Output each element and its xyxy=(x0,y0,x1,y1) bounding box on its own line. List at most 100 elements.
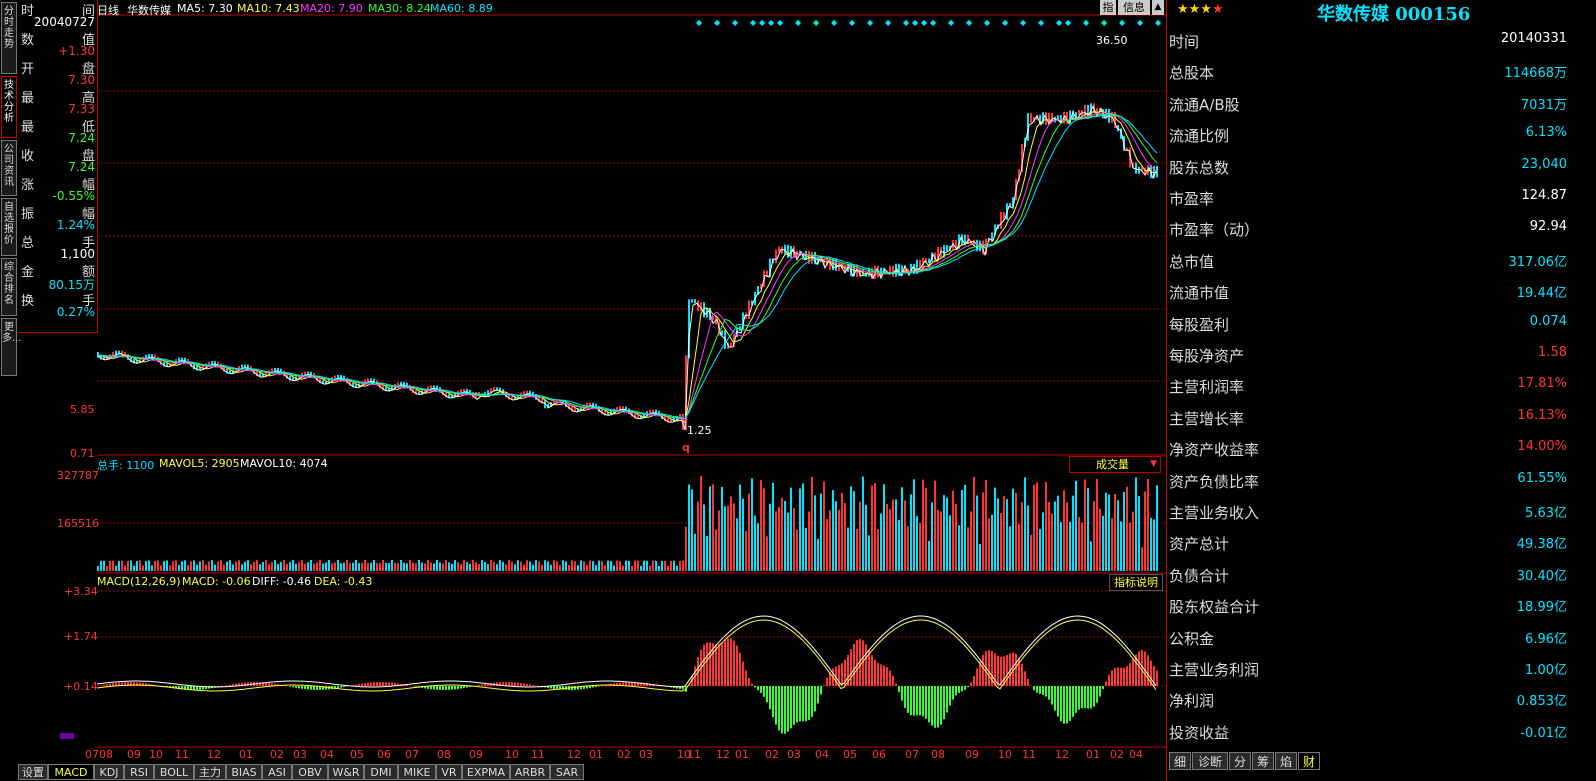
f10-tab[interactable]: 财 xyxy=(1298,752,1320,770)
macd-bar xyxy=(811,686,813,717)
indicator-tab[interactable]: 设置 xyxy=(18,764,48,780)
volume-bar xyxy=(235,561,237,571)
volume-bar xyxy=(469,563,471,571)
volume-bar xyxy=(949,515,951,571)
volume-bar xyxy=(565,561,567,571)
reference-button[interactable]: 指 xyxy=(1100,0,1116,15)
volume-bar xyxy=(397,563,399,571)
volume-bar xyxy=(784,501,786,571)
volume-bar xyxy=(994,487,996,571)
macd-bar xyxy=(973,676,975,686)
indicator-tab[interactable]: ASI xyxy=(262,764,292,780)
f10-label: 总股本 xyxy=(1169,64,1215,83)
macd-bar xyxy=(805,686,807,722)
indicator-tab[interactable]: MIKE xyxy=(398,764,436,780)
indicator-tab[interactable]: VR xyxy=(436,764,462,780)
time-axis-label: 02 xyxy=(617,748,631,761)
volume-bar xyxy=(157,560,159,571)
time-axis-label: 04 xyxy=(320,748,334,761)
f10-tab[interactable]: 焰 xyxy=(1275,752,1297,770)
f10-tab[interactable]: 分 xyxy=(1229,752,1251,770)
volume-bar xyxy=(388,563,390,571)
volume-bar xyxy=(268,564,270,571)
macd-bar xyxy=(382,682,384,686)
indicator-tab[interactable]: BOLL xyxy=(154,764,194,780)
macd-bar xyxy=(430,686,432,690)
macd-bar xyxy=(1084,686,1086,709)
macd-bar xyxy=(898,686,900,693)
info-label: 数 xyxy=(21,33,35,48)
volume-bar xyxy=(829,510,831,571)
volume-bar xyxy=(511,561,513,571)
indicator-tab[interactable]: DMI xyxy=(364,764,398,780)
indicator-tab[interactable]: RSI xyxy=(124,764,154,780)
volume-bar xyxy=(226,561,228,571)
tab-watchlist[interactable]: 自选报价 xyxy=(1,198,17,256)
indicator-tab[interactable]: EXPMA xyxy=(462,764,510,780)
tab-ranking[interactable]: 综合排名 xyxy=(1,258,17,316)
macd-bar xyxy=(298,686,300,689)
f10-value: 18.99亿 xyxy=(1516,600,1567,616)
indicator-tab[interactable]: 主力 xyxy=(194,764,226,780)
volume-bar xyxy=(658,565,660,571)
macd-bar xyxy=(718,643,720,686)
f10-tab[interactable]: 诊断 xyxy=(1192,752,1228,770)
volume-bar xyxy=(706,536,708,571)
indicator-tab[interactable]: BIAS xyxy=(226,764,262,780)
volume-bar xyxy=(844,503,846,571)
tab-technical[interactable]: 技术分析 xyxy=(1,76,17,138)
macd-bar xyxy=(295,686,297,688)
indicator-tab[interactable]: ARBR xyxy=(510,764,550,780)
macd-bar xyxy=(1057,686,1059,717)
f10-tab[interactable]: 筹 xyxy=(1252,752,1274,770)
tab-more[interactable]: 更多... xyxy=(1,318,22,376)
volume-bar xyxy=(547,561,549,571)
indicator-tab[interactable]: SAR xyxy=(550,764,584,780)
volume-bar xyxy=(703,504,705,571)
volume-bar xyxy=(523,564,525,571)
volume-bar xyxy=(484,562,486,571)
macd-bar xyxy=(892,676,894,686)
volume-bar xyxy=(643,560,645,571)
f10-tab[interactable]: 细 xyxy=(1169,752,1191,770)
indicator-tab[interactable]: W&R xyxy=(328,764,364,780)
macd-bar xyxy=(109,683,111,686)
volume-bar xyxy=(1135,477,1137,571)
volume-bar xyxy=(400,560,402,571)
volume-bar xyxy=(274,560,276,571)
f10-row: 流通A/B股 7031万 xyxy=(1167,94,1596,125)
indicator-tab[interactable]: MACD xyxy=(48,764,94,780)
f10-label: 市盈率（动） xyxy=(1169,221,1260,240)
macd-bar xyxy=(742,661,744,686)
macd-bar xyxy=(817,686,819,704)
scroll-up-icon[interactable]: ▲ xyxy=(1152,0,1164,15)
volume-bar xyxy=(928,541,930,571)
macd-bar xyxy=(229,684,231,686)
indicator-select[interactable]: 成交量 ▼ xyxy=(1069,456,1161,473)
volume-bar xyxy=(271,562,273,571)
macd-bar xyxy=(1060,686,1062,722)
chevron-down-icon: ▼ xyxy=(1150,459,1157,469)
macd-bar xyxy=(1042,686,1044,695)
scroll-indicator[interactable] xyxy=(60,733,74,739)
tab-company-news[interactable]: 公司资讯 xyxy=(1,140,17,196)
volume-bar xyxy=(865,504,867,571)
volume-bar xyxy=(853,491,855,571)
volume-bar xyxy=(682,560,684,571)
candle xyxy=(691,299,693,303)
f10-row: 主营业务利润 1.00亿 xyxy=(1167,659,1596,690)
macd-bar xyxy=(976,668,978,686)
indicator-tab[interactable]: KDJ xyxy=(94,764,124,780)
indicator-tab[interactable]: OBV xyxy=(292,764,328,780)
indicator-help-button[interactable]: 指标说明 xyxy=(1109,574,1163,591)
volume-bar xyxy=(97,566,99,571)
volume-bar xyxy=(298,562,300,571)
macd-bar xyxy=(883,665,885,686)
volume-bar xyxy=(415,563,417,571)
volume-bar xyxy=(736,518,738,571)
info-button[interactable]: 信息 xyxy=(1118,0,1150,15)
volume-bar xyxy=(1024,477,1026,571)
info-label: 收 xyxy=(21,149,35,164)
tab-intraday[interactable]: 分时走势 xyxy=(1,2,17,74)
f10-value: 16.13% xyxy=(1517,407,1567,423)
